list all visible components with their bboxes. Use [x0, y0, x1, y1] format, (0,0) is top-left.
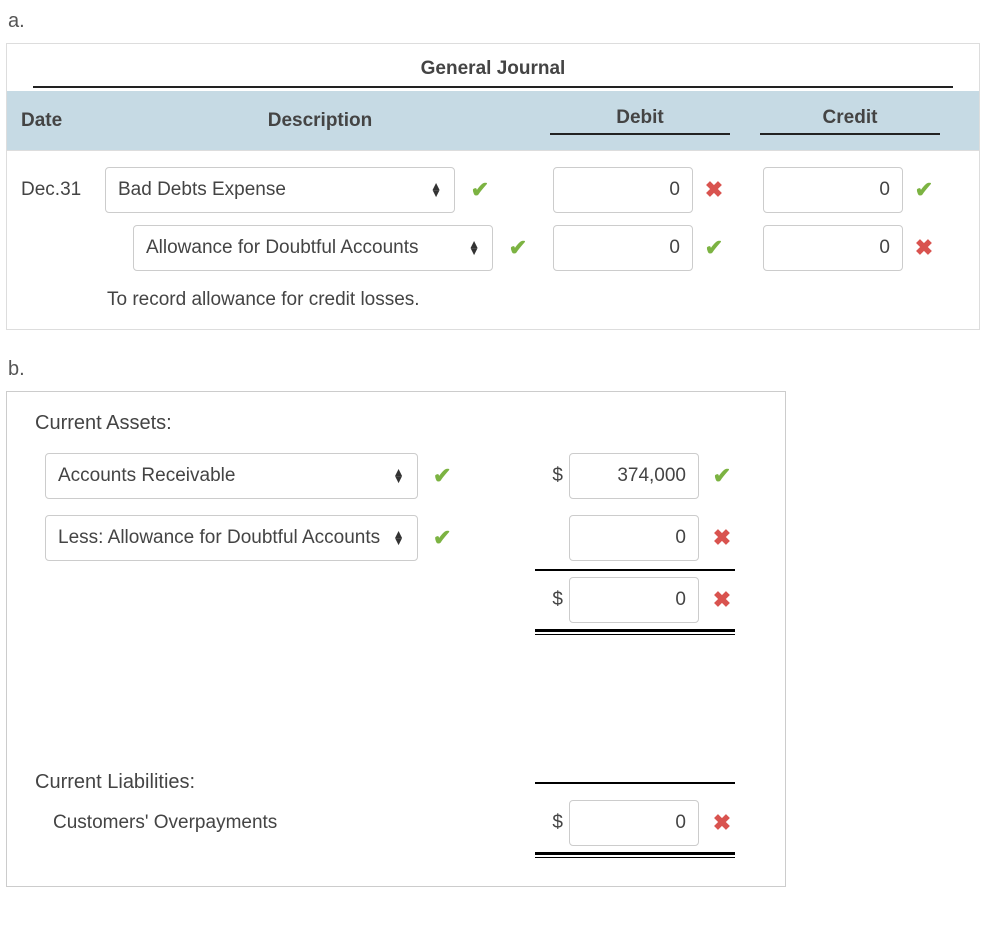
- journal-row: Dec.31 Bad Debts Expense ▲▼ ✔ ✖ ✔: [15, 161, 971, 219]
- journal-title: General Journal: [33, 58, 953, 88]
- assets-row2-select[interactable]: Less: Allowance for Doubtful Accounts ▲▼: [45, 515, 418, 561]
- updown-icon: ▲▼: [393, 531, 405, 545]
- cross-icon: ✖: [709, 525, 735, 551]
- check-icon: ✔: [709, 463, 735, 489]
- assets-row1-input[interactable]: [569, 453, 699, 499]
- assets-row: Accounts Receivable ▲▼ ✔ $ ✔: [35, 453, 757, 499]
- check-icon: ✔: [430, 525, 455, 551]
- check-icon: ✔: [430, 463, 455, 489]
- double-rule: [535, 852, 735, 858]
- row1-credit-input[interactable]: [763, 167, 903, 213]
- assets-total-row: $ ✖: [35, 577, 757, 623]
- dollar-sign: $: [549, 589, 569, 611]
- cross-icon: ✖: [709, 587, 735, 613]
- subtotal-rule: [535, 782, 735, 784]
- journal-header-row: Date Description Debit Credit: [7, 91, 979, 151]
- current-liabilities-heading: Current Liabilities:: [35, 771, 195, 794]
- cross-icon: ✖: [709, 810, 735, 836]
- row2-account-select[interactable]: Allowance for Doubtful Accounts ▲▼: [133, 225, 493, 271]
- row1-account-label: Bad Debts Expense: [118, 179, 286, 201]
- journal-note: To record allowance for credit losses.: [15, 289, 971, 311]
- current-assets-heading: Current Assets:: [35, 412, 757, 435]
- assets-row: Less: Allowance for Doubtful Accounts ▲▼…: [35, 515, 757, 561]
- assets-total-input[interactable]: [569, 577, 699, 623]
- liabilities-row: Customers' Overpayments $ ✖: [35, 800, 757, 846]
- row2-debit-input[interactable]: [553, 225, 693, 271]
- dollar-sign: $: [549, 465, 569, 487]
- row1-debit-input[interactable]: [553, 167, 693, 213]
- updown-icon: ▲▼: [430, 183, 442, 197]
- check-icon: ✔: [701, 235, 727, 261]
- section-b-label: b.: [8, 358, 992, 381]
- balance-box: Current Assets: Accounts Receivable ▲▼ ✔…: [6, 391, 786, 887]
- header-credit: Credit: [745, 107, 955, 135]
- header-description: Description: [105, 110, 535, 132]
- updown-icon: ▲▼: [393, 469, 405, 483]
- row2-account-label: Allowance for Doubtful Accounts: [146, 237, 419, 259]
- header-debit: Debit: [535, 107, 745, 135]
- dollar-sign: $: [549, 812, 569, 834]
- assets-row2-input[interactable]: [569, 515, 699, 561]
- row2-credit-input[interactable]: [763, 225, 903, 271]
- header-date: Date: [15, 110, 105, 132]
- assets-row2-label: Less: Allowance for Doubtful Accounts: [58, 527, 380, 549]
- row1-date: Dec.31: [15, 179, 105, 201]
- check-icon: ✔: [505, 235, 531, 261]
- general-journal-box: General Journal Date Description Debit C…: [6, 43, 980, 330]
- double-rule: [535, 629, 735, 635]
- cross-icon: ✖: [701, 177, 727, 203]
- liabilities-label: Customers' Overpayments: [53, 812, 277, 834]
- cross-icon: ✖: [911, 235, 937, 261]
- updown-icon: ▲▼: [468, 241, 480, 255]
- subtotal-rule: [535, 569, 735, 571]
- row1-account-select[interactable]: Bad Debts Expense ▲▼: [105, 167, 455, 213]
- journal-row: Allowance for Doubtful Accounts ▲▼ ✔ ✔ ✖: [15, 219, 971, 277]
- assets-row1-label: Accounts Receivable: [58, 465, 235, 487]
- check-icon: ✔: [911, 177, 937, 203]
- liabilities-input[interactable]: [569, 800, 699, 846]
- section-a-label: a.: [8, 10, 992, 33]
- assets-row1-select[interactable]: Accounts Receivable ▲▼: [45, 453, 418, 499]
- check-icon: ✔: [467, 177, 493, 203]
